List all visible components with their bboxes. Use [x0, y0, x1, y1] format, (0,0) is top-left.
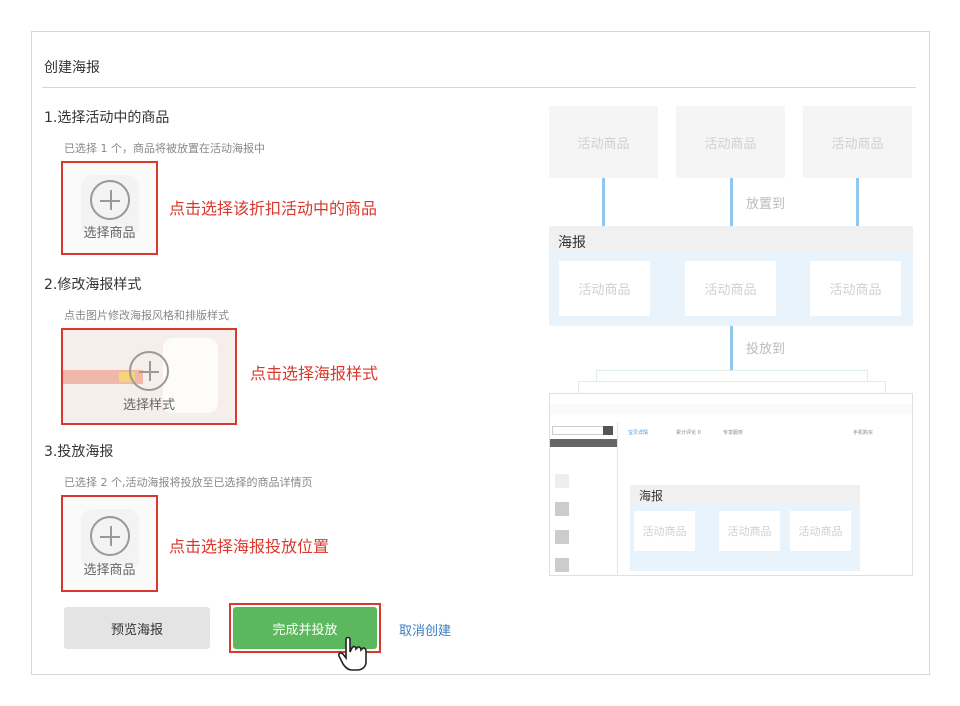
- select-style-box[interactable]: 选择样式: [61, 328, 237, 425]
- diagram-poster-goods-2: 活动商品: [685, 261, 776, 316]
- detail-page-mock: 宝贝详情 累计评论 0 专享服务 手机购买 海报 活动商品 活动商品 活动商品: [549, 393, 913, 576]
- plus-icon: [129, 350, 169, 391]
- mock-mobile-buy: 手机购买: [853, 430, 874, 436]
- select-goods-label: 选择商品: [83, 226, 136, 241]
- select-goods-box-3[interactable]: 选择商品: [61, 495, 158, 592]
- diagram-goods-2: 活动商品: [676, 106, 785, 178]
- mock-topbar: [550, 404, 912, 414]
- cancel-create-link[interactable]: 取消创建: [399, 620, 451, 639]
- mock-thumb: [555, 502, 569, 516]
- diagram-goods-1: 活动商品: [549, 106, 658, 178]
- step3-hint: 点击选择海报投放位置: [169, 537, 330, 556]
- step1-hint: 点击选择该折扣活动中的商品: [169, 199, 378, 218]
- mock-poster-goods-3: 活动商品: [790, 511, 851, 551]
- step1-desc: 已选择 1 个，商品将被放置在活动海报中: [64, 142, 265, 155]
- mock-sidebar-head: [550, 439, 617, 447]
- step2-title: 2.修改海报样式: [44, 277, 142, 293]
- select-goods-label: 选择商品: [83, 563, 136, 578]
- title-divider: [42, 87, 916, 88]
- deliver-to-label: 投放到: [746, 342, 786, 357]
- plus-icon: [89, 515, 130, 556]
- diagram-goods-3: 活动商品: [803, 106, 912, 178]
- mock-search-icon: [603, 426, 613, 435]
- mock-poster-title: 海报: [630, 485, 860, 503]
- hand-cursor-icon: [338, 636, 367, 671]
- step2-desc: 点击图片修改海报风格和排版样式: [64, 309, 229, 322]
- diagram-poster-goods-1: 活动商品: [559, 261, 650, 316]
- step3-desc: 已选择 2 个,活动海报将投放至已选择的商品详情页: [64, 476, 313, 489]
- mock-tab-1: 宝贝详情: [628, 430, 649, 436]
- plus-icon: [89, 180, 130, 220]
- step3-title: 3.投放海报: [44, 444, 114, 460]
- mock-thumb: [555, 530, 569, 544]
- mock-thumb: [555, 474, 569, 488]
- mock-poster-goods-1: 活动商品: [634, 511, 695, 551]
- place-to-label: 放置到: [746, 197, 786, 212]
- mock-tab-3: 专享服务: [723, 430, 744, 436]
- mock-tab-2: 累计评论 0: [676, 430, 701, 436]
- select-goods-box-1[interactable]: 选择商品: [61, 161, 158, 255]
- preview-poster-button[interactable]: 预览海报: [64, 607, 210, 649]
- mock-thumb: [555, 558, 569, 572]
- step1-title: 1.选择活动中的商品: [44, 110, 170, 126]
- page-title: 创建海报: [44, 60, 100, 76]
- diagram-poster-title: 海报: [549, 226, 913, 252]
- select-style-label: 选择样式: [122, 398, 175, 413]
- mock-divider: [617, 422, 618, 575]
- mock-poster-goods-2: 活动商品: [719, 511, 780, 551]
- step2-hint: 点击选择海报样式: [250, 364, 379, 383]
- diagram-poster-goods-3: 活动商品: [810, 261, 901, 316]
